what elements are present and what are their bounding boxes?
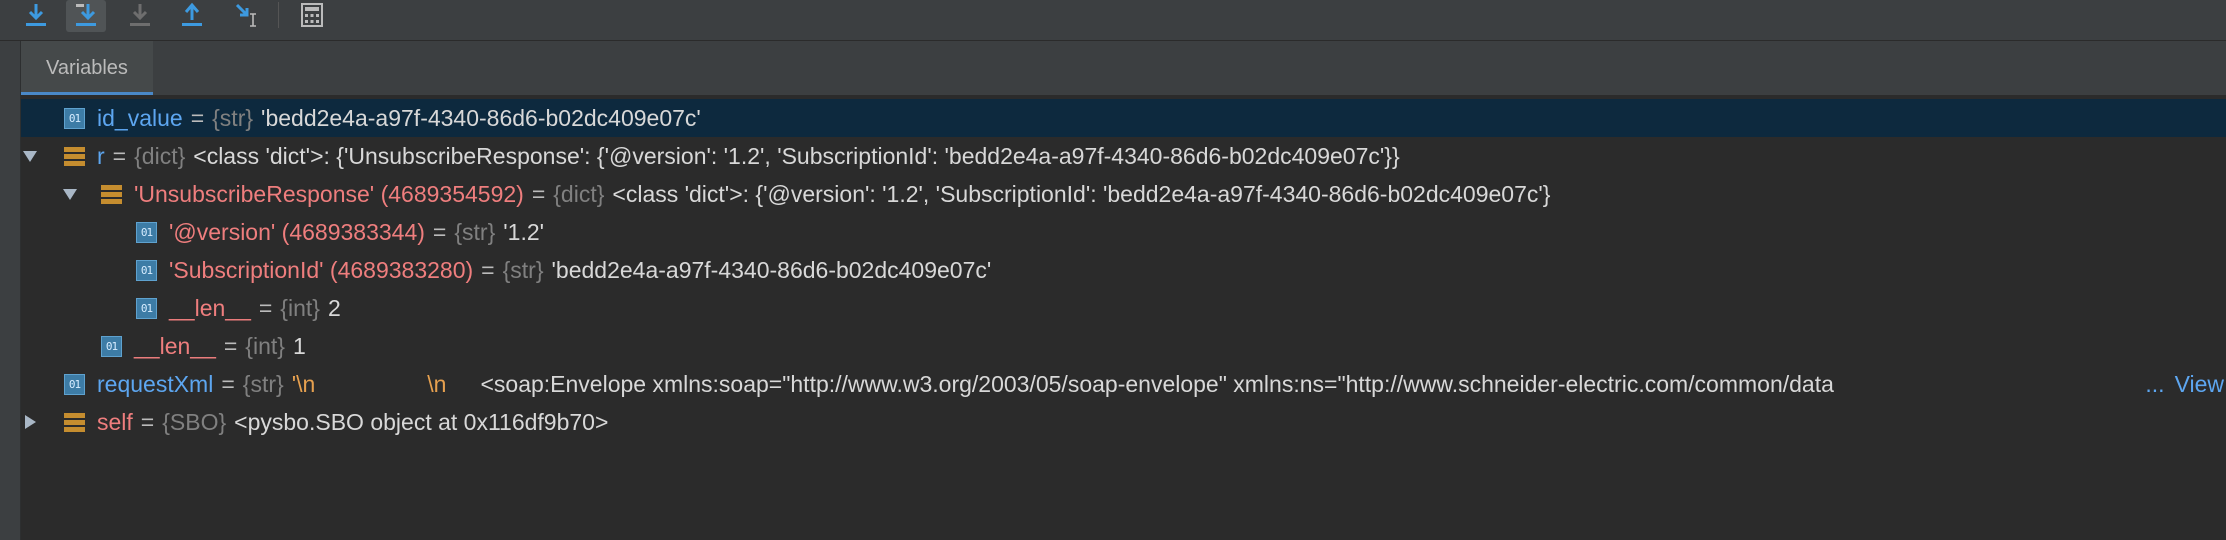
step-into-icon bbox=[76, 4, 96, 26]
escape-sequence: \n bbox=[296, 371, 316, 397]
dict-variable-icon bbox=[101, 184, 122, 205]
string-variable-icon: 01 bbox=[136, 221, 157, 243]
ellipsis: ... bbox=[2145, 371, 2165, 397]
variable-type: {dict} bbox=[134, 143, 186, 169]
variable-row-request-xml[interactable]: 01 requestXml = {str} ' \n \n <soap:Enve… bbox=[21, 365, 2226, 403]
view-label: View bbox=[2174, 371, 2224, 397]
object-variable-icon bbox=[64, 412, 85, 433]
variable-name: requestXml bbox=[97, 371, 214, 397]
escape-sequence: \n bbox=[427, 371, 447, 397]
equals-sign: = bbox=[140, 409, 155, 435]
variable-row-len-outer[interactable]: 01 __len__ = {int} 1 bbox=[21, 327, 2226, 365]
variable-type: {int} bbox=[280, 295, 320, 321]
variable-type: {str} bbox=[454, 219, 496, 245]
variables-tabbar: Variables bbox=[21, 41, 2226, 96]
variable-type: {str} bbox=[242, 371, 284, 397]
variable-type: {str} bbox=[502, 257, 544, 283]
variable-name: __len__ bbox=[134, 333, 216, 359]
variable-name: r bbox=[97, 143, 105, 169]
equals-sign: = bbox=[531, 181, 546, 207]
variable-value: <class 'dict'>: {'@version': '1.2', 'Sub… bbox=[612, 181, 1551, 207]
variable-row-subscription-id[interactable]: 01 'SubscriptionId' (4689383280) = {str}… bbox=[21, 251, 2226, 289]
variable-value: <pysbo.SBO object at 0x116df9b70> bbox=[234, 409, 609, 435]
calculator-icon bbox=[301, 3, 323, 27]
variable-name: 'UnsubscribeResponse' (4689354592) bbox=[134, 181, 524, 207]
step-over-button[interactable] bbox=[16, 0, 56, 32]
variable-name: self bbox=[97, 409, 133, 435]
variable-value: <soap:Envelope xmlns:soap="http://www.w3… bbox=[480, 371, 1834, 397]
step-over-icon bbox=[26, 4, 46, 26]
int-variable-icon: 01 bbox=[136, 297, 157, 319]
variable-type: {SBO} bbox=[162, 409, 227, 435]
variable-value: '1.2' bbox=[503, 219, 545, 245]
dict-variable-icon bbox=[64, 146, 85, 167]
variable-value: 'bedd2e4a-a97f-4340-86d6-b02dc409e07c' bbox=[551, 257, 992, 283]
variable-name: id_value bbox=[97, 105, 183, 131]
step-into-my-code-button[interactable] bbox=[120, 0, 160, 32]
variable-row-unsubscribe-response[interactable]: 'UnsubscribeResponse' (4689354592) = {di… bbox=[21, 175, 2226, 213]
variable-row-id-value[interactable]: 01 id_value = {str} 'bedd2e4a-a97f-4340-… bbox=[21, 99, 2226, 137]
variable-row-len-inner[interactable]: 01 __len__ = {int} 2 bbox=[21, 289, 2226, 327]
variable-name: __len__ bbox=[169, 295, 251, 321]
debugger-toolbar bbox=[0, 0, 2226, 41]
equals-sign: = bbox=[112, 143, 127, 169]
variable-row-self[interactable]: self = {SBO} <pysbo.SBO object at 0x116d… bbox=[21, 403, 2226, 441]
tab-variables[interactable]: Variables bbox=[21, 41, 153, 95]
variable-value: 2 bbox=[327, 295, 341, 321]
run-to-cursor-icon bbox=[235, 3, 256, 27]
equals-sign: = bbox=[223, 333, 238, 359]
variable-name: '@version' (4689383344) bbox=[169, 219, 425, 245]
variable-type: {int} bbox=[245, 333, 285, 359]
equals-sign: = bbox=[258, 295, 273, 321]
string-variable-icon: 01 bbox=[64, 107, 85, 129]
variable-row-version[interactable]: 01 '@version' (4689383344) = {str} '1.2' bbox=[21, 213, 2226, 251]
variable-value: 'bedd2e4a-a97f-4340-86d6-b02dc409e07c' bbox=[261, 105, 701, 131]
equals-sign: = bbox=[190, 105, 205, 131]
variable-value: <class 'dict'>: {'UnsubscribeResponse': … bbox=[193, 143, 1400, 169]
toolbar-separator bbox=[278, 2, 279, 28]
variable-value: 1 bbox=[292, 333, 306, 359]
left-gutter bbox=[0, 41, 21, 540]
collapse-arrow-icon[interactable] bbox=[21, 147, 39, 165]
step-into-my-code-icon bbox=[130, 4, 150, 26]
equals-sign: = bbox=[432, 219, 447, 245]
variable-type: {dict} bbox=[553, 181, 605, 207]
step-into-button[interactable] bbox=[66, 0, 106, 32]
run-to-cursor-button[interactable] bbox=[226, 0, 266, 32]
view-value-link[interactable]: ... View bbox=[2135, 365, 2226, 403]
variable-type: {str} bbox=[212, 105, 254, 131]
variables-tree: 01 id_value = {str} 'bedd2e4a-a97f-4340-… bbox=[21, 96, 2226, 540]
step-out-button[interactable] bbox=[172, 0, 212, 32]
variable-row-r[interactable]: r = {dict} <class 'dict'>: {'Unsubscribe… bbox=[21, 137, 2226, 175]
string-variable-icon: 01 bbox=[64, 373, 85, 395]
step-out-icon bbox=[182, 2, 202, 26]
int-variable-icon: 01 bbox=[101, 335, 122, 357]
evaluate-expression-button[interactable] bbox=[292, 0, 332, 32]
variable-name: 'SubscriptionId' (4689383280) bbox=[169, 257, 474, 283]
equals-sign: = bbox=[221, 371, 235, 397]
expand-arrow-icon[interactable] bbox=[21, 413, 39, 431]
collapse-arrow-icon[interactable] bbox=[61, 185, 79, 203]
equals-sign: = bbox=[481, 257, 495, 283]
string-variable-icon: 01 bbox=[136, 259, 157, 281]
